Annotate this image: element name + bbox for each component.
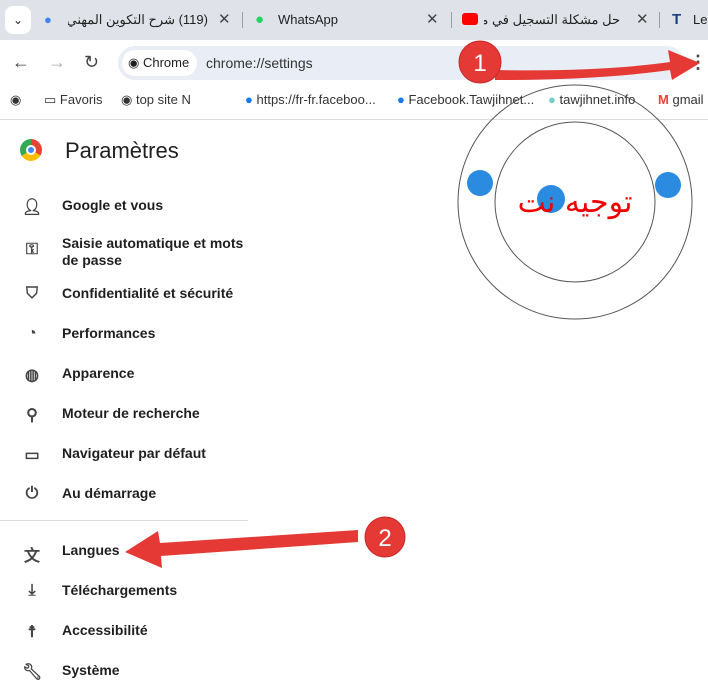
page-title: Paramètres bbox=[65, 138, 179, 163]
facebook-icon: ● bbox=[397, 92, 405, 107]
key-icon: ⚿ bbox=[25, 241, 39, 258]
bookmark-favoris[interactable]: ▭ Favoris bbox=[44, 90, 103, 110]
chrome-logo-icon bbox=[20, 139, 42, 161]
chrome-chip[interactable]: ◉ Chrome bbox=[122, 50, 198, 76]
url-text[interactable]: chrome://settings bbox=[206, 46, 313, 80]
more-menu-icon[interactable]: ⋮ bbox=[689, 52, 707, 73]
power-icon: ⏻ bbox=[25, 485, 39, 502]
close-tab-icon[interactable]: ✕ bbox=[218, 8, 231, 32]
tab-bar: ⌄ ● (119) شرح التكوين المهني ✕ ● WhatsAp… bbox=[0, 0, 708, 40]
download-icon: ⤓ bbox=[28, 582, 36, 599]
youtube-icon bbox=[462, 13, 478, 25]
wrench-icon: 🔧︎ bbox=[22, 664, 43, 681]
palette-icon: ◍ bbox=[25, 367, 39, 384]
bookmark-tawjihnet[interactable]: ● tawjihnet.info bbox=[548, 90, 635, 110]
google-icon: ● bbox=[44, 12, 52, 27]
step-2-label: 2 bbox=[378, 525, 391, 552]
step-2-annotation: 2 bbox=[125, 516, 406, 568]
browser-icon: ▭ bbox=[24, 447, 40, 464]
person-icon: 👤︎ bbox=[22, 199, 43, 216]
accessibility-icon: ☨ bbox=[27, 624, 37, 641]
t-icon: T bbox=[672, 11, 682, 28]
divider bbox=[0, 119, 708, 120]
gauge-icon: ◔ bbox=[27, 325, 37, 342]
tab-search-button[interactable]: ⌄ bbox=[5, 6, 31, 34]
bookmark-facebook-2[interactable]: ● Facebook.Tawjihnet... bbox=[397, 90, 534, 110]
close-tab-icon[interactable]: ✕ bbox=[426, 8, 439, 32]
close-tab-icon[interactable]: ✕ bbox=[636, 8, 649, 32]
back-button[interactable]: ← bbox=[12, 52, 30, 73]
tab-4[interactable]: Les bbox=[693, 8, 708, 32]
bookmark-top-site[interactable]: ◉ top site N bbox=[121, 90, 191, 110]
globe-icon: ◉ bbox=[10, 92, 22, 107]
search-icon: ⚲ bbox=[26, 407, 38, 424]
tab-2[interactable]: WhatsApp bbox=[278, 8, 338, 32]
tab-1[interactable]: (119) شرح التكوين المهني bbox=[68, 8, 208, 32]
site-icon: ● bbox=[548, 92, 556, 107]
globe-icon: ◉ bbox=[121, 92, 133, 107]
facebook-icon: ● bbox=[245, 92, 253, 107]
whatsapp-icon: ● bbox=[255, 11, 265, 28]
reload-button[interactable]: ↻ bbox=[84, 52, 99, 73]
sidebar-divider bbox=[0, 520, 248, 521]
folder-icon: ▭ bbox=[44, 92, 57, 107]
watermark: توجيه نت bbox=[457, 84, 693, 320]
shield-icon: ⛉ bbox=[25, 285, 38, 302]
watermark-text: توجيه نت bbox=[518, 185, 633, 220]
gmail-icon: M bbox=[658, 92, 669, 107]
bookmark-facebook-1[interactable]: ● https://fr-fr.faceboo... bbox=[245, 90, 376, 110]
bookmark-gmail[interactable]: M gmail bbox=[658, 90, 704, 110]
translate-icon: 文 bbox=[23, 548, 40, 565]
chrome-icon: ◉ bbox=[128, 55, 140, 70]
address-bar[interactable]: ◉ Chrome chrome://settings bbox=[118, 46, 684, 80]
forward-button[interactable]: → bbox=[48, 52, 66, 73]
tab-3[interactable]: حل مشكلة التسجيل في منة bbox=[484, 8, 620, 32]
